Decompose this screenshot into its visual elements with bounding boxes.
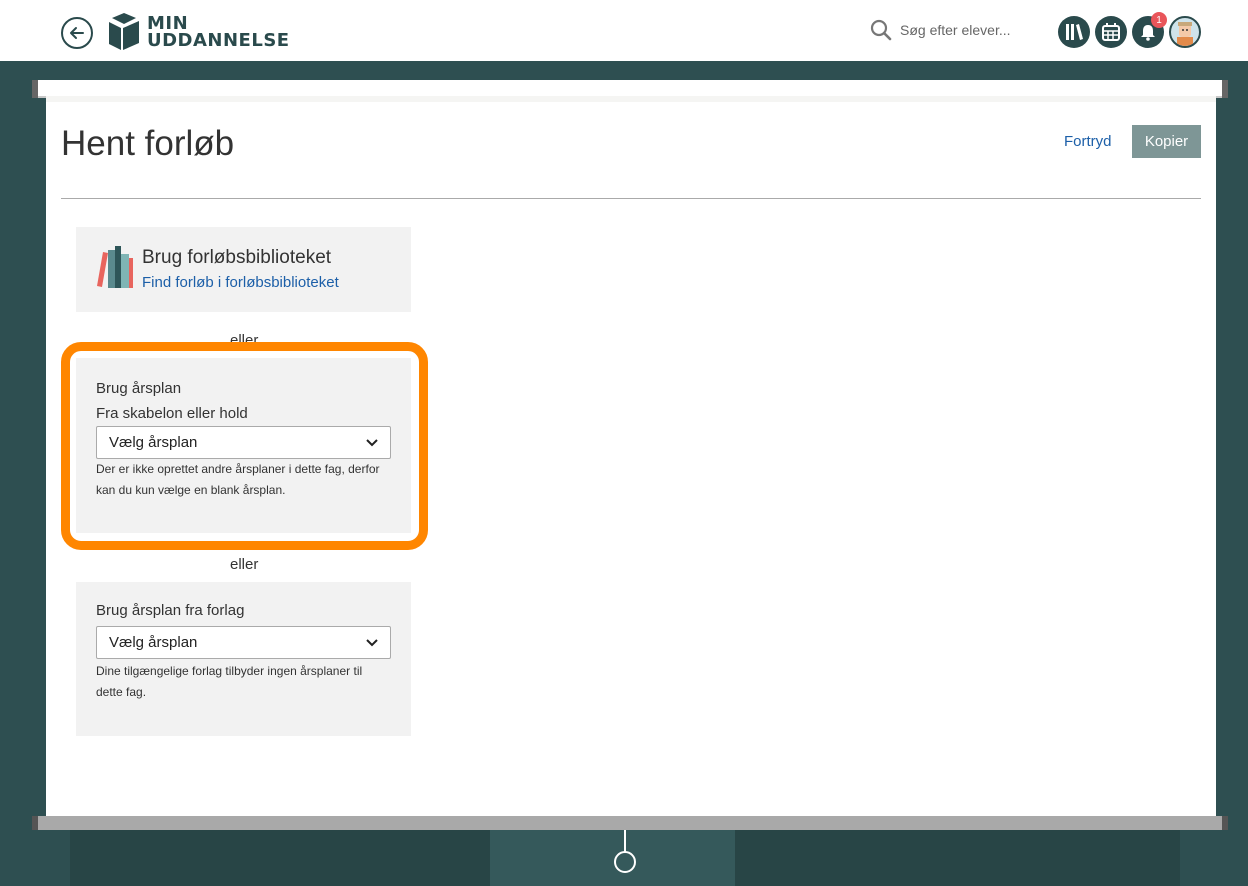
publisher-plan-select-value: Vælg årsplan: [109, 634, 198, 651]
year-plan-card: Brug årsplan Fra skabelon eller hold Væl…: [76, 358, 411, 533]
year-plan-hint: Der er ikke oprettet andre årsplaner i d…: [96, 462, 380, 497]
top-bar: MIN UDDANNELSE Søg efter elever... 1: [0, 0, 1248, 61]
arrow-left-icon: [70, 27, 84, 39]
pull-ring: [614, 851, 636, 873]
library-button[interactable]: [1058, 16, 1090, 48]
copy-button[interactable]: Kopier: [1132, 125, 1201, 158]
publisher-plan-title: Brug årsplan fra forlag: [96, 602, 245, 619]
year-plan-title: Brug årsplan: [96, 380, 182, 397]
search-placeholder: Søg efter elever...: [900, 22, 1011, 38]
logo[interactable]: MIN UDDANNELSE: [107, 12, 290, 52]
panel-top-strip: [46, 96, 1216, 102]
notification-badge: 1: [1151, 12, 1167, 28]
books-icon: [97, 246, 133, 288]
back-button[interactable]: [61, 17, 93, 49]
avatar-icon: [1177, 22, 1193, 46]
publisher-plan-card: Brug årsplan fra forlag Vælg årsplan Din…: [76, 582, 411, 736]
library-card[interactable]: Brug forløbsbiblioteket Find forløb i fo…: [76, 227, 411, 312]
library-link[interactable]: Find forløb i forløbsbiblioteket: [142, 274, 339, 291]
chevron-down-icon: [366, 638, 378, 646]
library-icon: [1066, 24, 1083, 40]
logo-line-2: UDDANNELSE: [147, 30, 290, 51]
separator-text: eller: [230, 332, 259, 349]
logo-icon: [109, 13, 139, 50]
main-panel: Hent forløb Fortryd Kopier Brug forløbsb…: [46, 96, 1216, 816]
year-plan-select-value: Vælg årsplan: [109, 434, 198, 451]
chevron-down-icon: [366, 438, 378, 446]
screen-bottom-rod: [32, 816, 1228, 830]
search-field[interactable]: Søg efter elever...: [870, 19, 1011, 41]
year-plan-subtitle: Fra skabelon eller hold: [96, 405, 248, 422]
year-plan-select[interactable]: Vælg årsplan: [96, 426, 391, 459]
separator-text-2: eller: [230, 556, 259, 573]
calendar-icon: [1102, 23, 1120, 41]
search-icon: [870, 19, 892, 41]
avatar[interactable]: [1169, 16, 1201, 48]
publisher-plan-select[interactable]: Vælg årsplan: [96, 626, 391, 659]
calendar-button[interactable]: [1095, 16, 1127, 48]
page-title: Hent forløb: [61, 124, 235, 163]
publisher-plan-hint: Dine tilgængelige forlag tilbyder ingen …: [96, 664, 363, 699]
library-card-title: Brug forløbsbiblioteket: [142, 247, 332, 268]
pull-cord: [624, 830, 626, 852]
cancel-button[interactable]: Fortryd: [1064, 133, 1112, 150]
background-decoration-center: [490, 830, 735, 886]
divider: [61, 198, 1201, 199]
